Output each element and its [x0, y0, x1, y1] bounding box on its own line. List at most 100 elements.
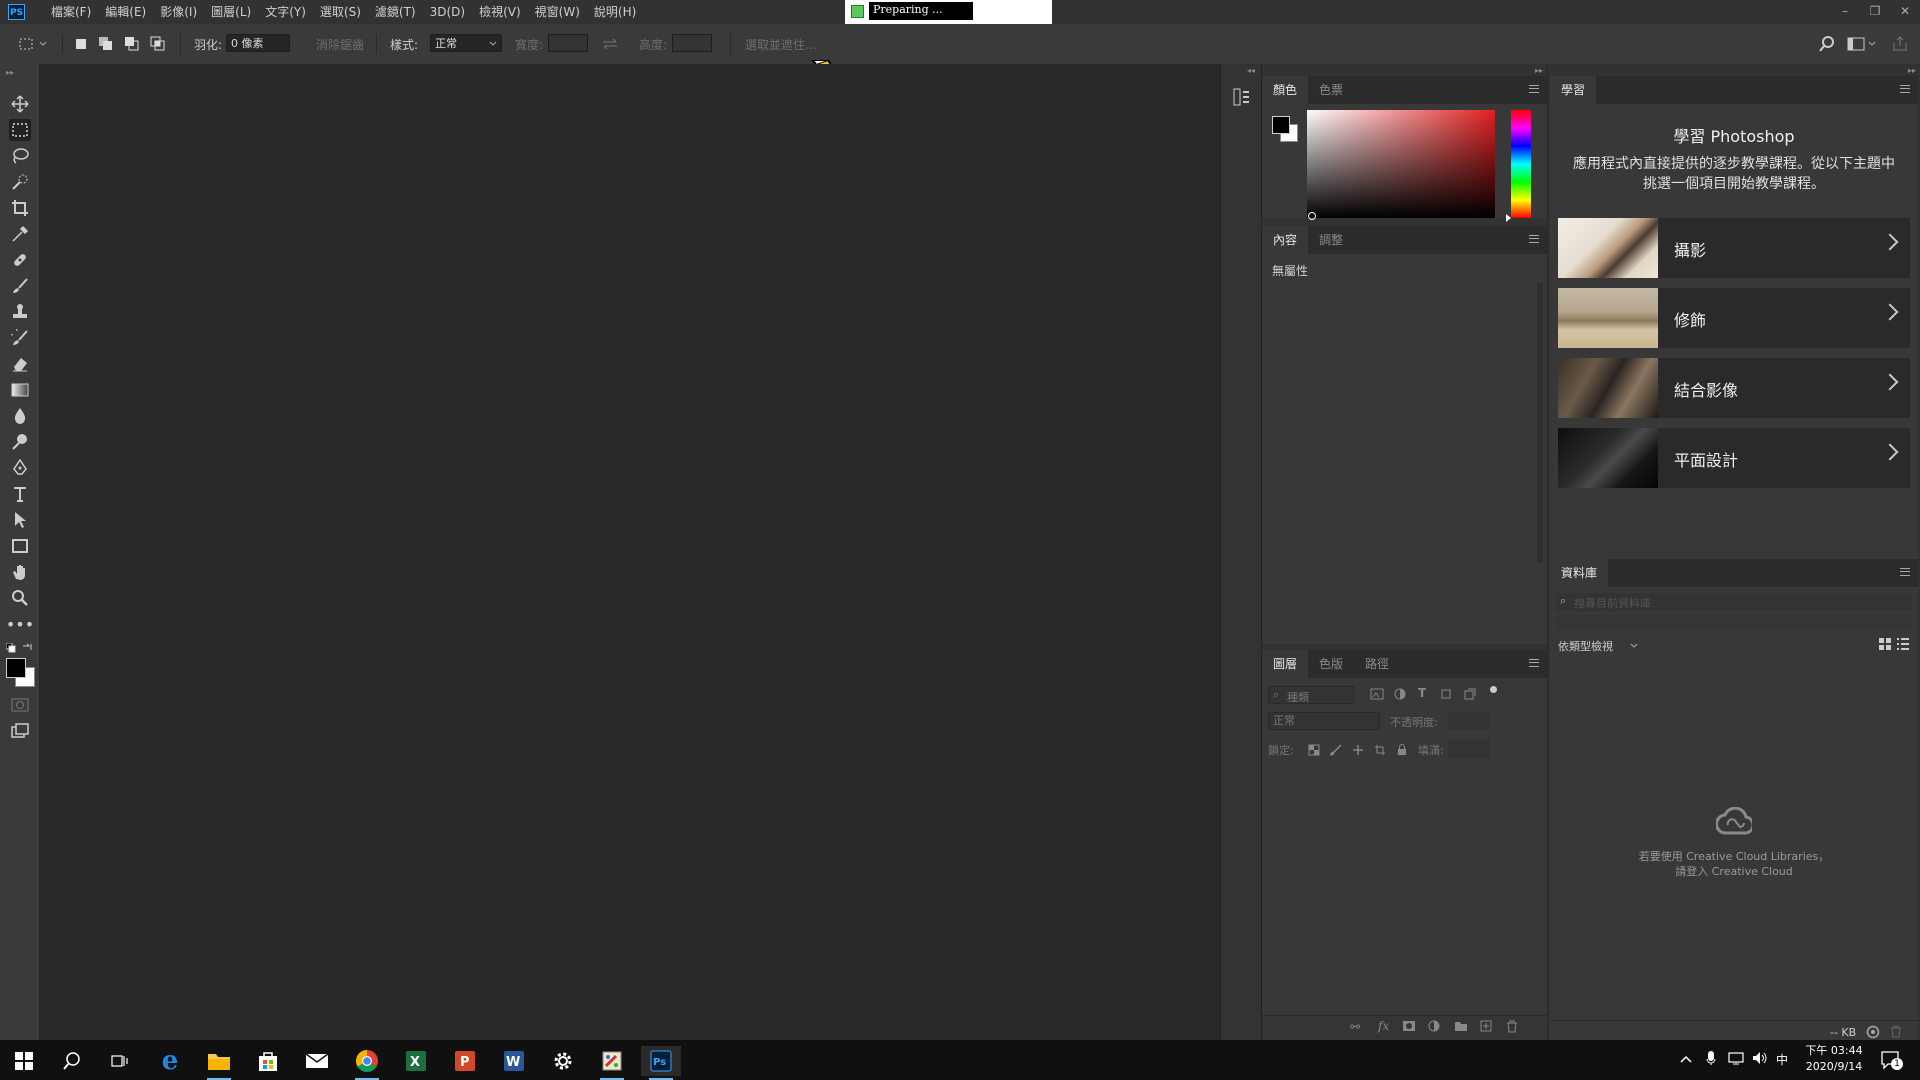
chevron-down-icon[interactable] — [1630, 643, 1638, 649]
blur-tool-icon[interactable] — [9, 405, 31, 427]
zoom-tool-icon[interactable] — [9, 587, 31, 609]
panel-menu-icon[interactable] — [1900, 568, 1910, 576]
photoshop-icon[interactable]: Ps — [641, 1046, 681, 1080]
expand-arrows-icon[interactable]: ◂◂ — [1247, 66, 1255, 75]
history-brush-icon[interactable] — [9, 327, 31, 349]
trash-icon[interactable] — [1890, 1025, 1902, 1041]
clock[interactable]: 下午 03:44 2020/9/14 — [1796, 1043, 1872, 1075]
lesson-retouch[interactable]: 修飾 — [1558, 288, 1910, 348]
foreground-color-swatch[interactable] — [1272, 116, 1290, 134]
new-selection-icon[interactable] — [72, 35, 90, 53]
file-explorer-icon[interactable] — [199, 1046, 239, 1080]
move-tool-icon[interactable] — [9, 93, 31, 115]
subtract-selection-icon[interactable] — [123, 35, 141, 53]
menu-filter[interactable]: 濾鏡(T) — [368, 0, 423, 24]
panel-menu-icon[interactable] — [1529, 235, 1539, 243]
workspace-icon[interactable] — [1847, 35, 1865, 53]
photoshop-logo-icon[interactable]: PS — [8, 4, 25, 20]
start-icon[interactable] — [4, 1046, 44, 1076]
menu-type[interactable]: 文字(Y) — [258, 0, 313, 24]
menu-view[interactable]: 檢視(V) — [472, 0, 528, 24]
filter-toggle-icon[interactable] — [1490, 686, 1497, 693]
search-icon[interactable] — [1818, 35, 1836, 53]
menu-image[interactable]: 影像(I) — [153, 0, 204, 24]
chevron-up-icon[interactable] — [1680, 1052, 1692, 1066]
menu-file[interactable]: 檔案(F) — [44, 0, 98, 24]
trash-icon[interactable] — [1506, 1020, 1518, 1036]
tab-learn[interactable]: 學習 — [1550, 76, 1597, 104]
swap-colors-icon[interactable] — [22, 642, 32, 656]
chevron-down-icon[interactable] — [1867, 35, 1877, 53]
antialias-checkbox[interactable]: 消除鋸齒 — [316, 36, 364, 53]
search-icon[interactable] — [52, 1046, 92, 1076]
lock-transparent-icon[interactable] — [1308, 744, 1320, 759]
tab-properties[interactable]: 內容 — [1262, 226, 1309, 254]
link-layers-icon[interactable]: ⚯ — [1350, 1020, 1360, 1034]
settings-icon[interactable] — [543, 1046, 583, 1076]
filter-pixel-icon[interactable] — [1370, 688, 1384, 703]
collapse-arrows-icon[interactable]: ▸▸ — [6, 68, 14, 77]
hue-slider[interactable] — [1511, 110, 1531, 218]
feather-input[interactable]: 0 像素 — [226, 34, 290, 52]
add-to-selection-icon[interactable] — [97, 35, 115, 53]
gradient-tool-icon[interactable] — [9, 379, 31, 401]
tab-color[interactable]: 顏色 — [1262, 76, 1309, 104]
list-view-icon[interactable] — [1896, 637, 1910, 654]
panel-menu-icon[interactable] — [1529, 659, 1539, 667]
restore-icon[interactable]: ❐ — [1860, 0, 1890, 24]
filter-adjustment-icon[interactable] — [1394, 688, 1406, 703]
quick-select-tool-icon[interactable] — [9, 171, 31, 193]
volume-icon[interactable] — [1752, 1051, 1768, 1068]
lock-image-icon[interactable] — [1330, 744, 1342, 759]
folder-icon[interactable] — [1454, 1020, 1468, 1035]
marquee-tool-icon[interactable] — [9, 119, 31, 141]
minimize-icon[interactable]: – — [1830, 0, 1860, 24]
library-search-input[interactable]: ⌕ 搜尋目前資料庫 — [1556, 593, 1912, 611]
tab-paths[interactable]: 路徑 — [1354, 650, 1400, 678]
task-view-icon[interactable] — [100, 1046, 140, 1076]
screen-mode-icon[interactable] — [9, 720, 31, 742]
tab-channels[interactable]: 色版 — [1308, 650, 1354, 678]
collapse-arrows-icon[interactable]: ▸▸ — [1908, 66, 1916, 75]
library-select[interactable] — [1556, 615, 1912, 629]
clone-stamp-icon[interactable] — [9, 301, 31, 323]
menu-window[interactable]: 視窗(W) — [528, 0, 587, 24]
word-icon[interactable]: W — [494, 1046, 534, 1076]
menu-help[interactable]: 說明(H) — [587, 0, 643, 24]
share-icon[interactable] — [1891, 35, 1909, 53]
mail-icon[interactable] — [297, 1046, 337, 1076]
layer-filter-select[interactable]: ⌕ 種類 — [1268, 686, 1354, 704]
hue-slider-handle[interactable] — [1506, 214, 1511, 222]
dodge-tool-icon[interactable] — [9, 431, 31, 453]
microphone-icon[interactable] — [1706, 1050, 1716, 1069]
notification-center-icon[interactable]: 1 — [1880, 1050, 1903, 1073]
chrome-icon[interactable] — [347, 1046, 387, 1080]
tab-swatches[interactable]: 色票 — [1308, 76, 1354, 104]
type-tool-icon[interactable] — [9, 483, 31, 505]
default-colors-icon[interactable] — [5, 642, 16, 656]
more-tools-icon[interactable]: ••• — [6, 613, 34, 635]
panel-menu-icon[interactable] — [1900, 85, 1910, 93]
lesson-photography[interactable]: 攝影 — [1558, 218, 1910, 278]
brush-tool-icon[interactable] — [9, 275, 31, 297]
menu-edit[interactable]: 編輯(E) — [98, 0, 153, 24]
fill-input[interactable] — [1448, 740, 1490, 758]
panel-menu-icon[interactable] — [1529, 85, 1539, 93]
ime-indicator[interactable]: 中 — [1776, 1051, 1788, 1068]
filter-shape-icon[interactable] — [1440, 688, 1452, 703]
marquee-preset-icon[interactable] — [18, 35, 36, 53]
opacity-input[interactable] — [1448, 712, 1490, 730]
filter-type-icon[interactable]: T — [1418, 686, 1426, 700]
adjustment-layer-icon[interactable] — [1428, 1020, 1440, 1035]
chevron-down-icon[interactable] — [38, 35, 48, 53]
network-icon[interactable] — [1728, 1051, 1744, 1068]
quick-mask-icon[interactable] — [9, 694, 31, 716]
view-by-type-select[interactable]: 依類型檢視 — [1558, 638, 1613, 654]
excel-icon[interactable]: X — [396, 1046, 436, 1076]
intersect-selection-icon[interactable] — [149, 35, 167, 53]
tab-libraries[interactable]: 資料庫 — [1550, 559, 1609, 587]
foreground-color-swatch[interactable] — [6, 658, 26, 678]
color-picker-handle[interactable] — [1308, 212, 1316, 220]
tab-layers[interactable]: 圖層 — [1262, 650, 1309, 678]
crop-tool-icon[interactable] — [9, 197, 31, 219]
